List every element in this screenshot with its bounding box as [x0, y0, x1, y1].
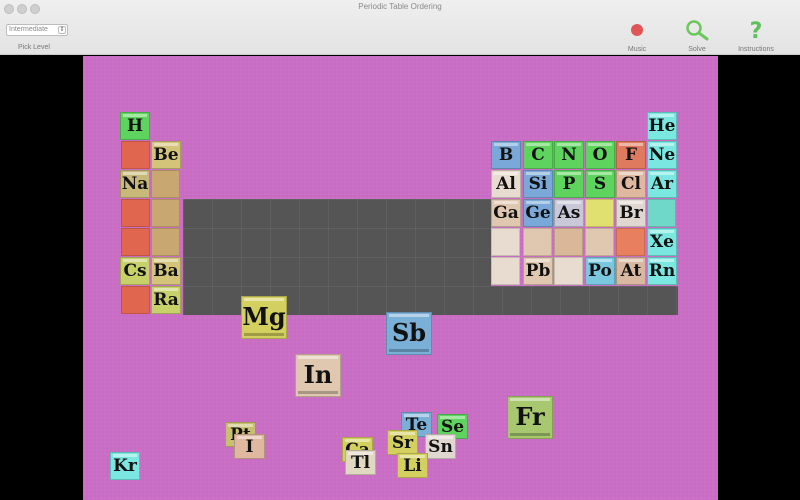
empty-slot[interactable]	[491, 228, 520, 256]
level-label: Pick Level	[18, 44, 50, 51]
empty-slot[interactable]	[151, 228, 180, 256]
element-tile[interactable]: B	[491, 141, 521, 169]
element-tile[interactable]: Ga	[491, 199, 521, 227]
music-label: Music	[627, 46, 647, 53]
element-tile[interactable]: Cl	[616, 170, 646, 198]
empty-slot[interactable]	[647, 199, 676, 227]
empty-slot[interactable]	[121, 199, 150, 227]
solve-label: Solve	[688, 46, 706, 53]
loose-tile[interactable]: Li	[397, 453, 428, 478]
level-select[interactable]: Intermediate ⇕	[6, 24, 68, 36]
element-tile[interactable]: He	[647, 112, 677, 140]
empty-slot[interactable]	[554, 257, 583, 285]
empty-slot[interactable]	[523, 228, 552, 256]
element-tile[interactable]: Br	[616, 199, 646, 227]
instructions-label: Instructions	[738, 46, 774, 53]
empty-slot[interactable]	[491, 257, 520, 285]
element-tile[interactable]: Xe	[647, 228, 677, 256]
magnifier-icon	[672, 18, 722, 42]
element-tile[interactable]: At	[616, 257, 646, 285]
empty-slot[interactable]	[585, 199, 614, 227]
solve-button[interactable]: Solve	[672, 18, 722, 53]
element-tile[interactable]: As	[554, 199, 584, 227]
empty-slot[interactable]	[151, 170, 180, 198]
empty-slot[interactable]	[121, 286, 150, 314]
loose-tile[interactable]: In	[295, 354, 341, 397]
element-tile[interactable]: Na	[120, 170, 150, 198]
record-icon	[612, 18, 662, 42]
window-titlebar: Periodic Table Ordering Intermediate ⇕ P…	[0, 0, 800, 55]
element-tile[interactable]: Ne	[647, 141, 677, 169]
element-tile[interactable]: S	[585, 170, 615, 198]
loose-tile[interactable]: Sn	[425, 434, 456, 459]
empty-slot[interactable]	[585, 228, 614, 256]
element-tile[interactable]: F	[616, 141, 646, 169]
chevron-updown-icon: ⇕	[58, 26, 66, 34]
svg-text:?: ?	[750, 19, 763, 41]
element-tile[interactable]: Al	[491, 170, 521, 198]
element-tile[interactable]: Cs	[120, 257, 150, 285]
loose-tile[interactable]: Mg	[241, 296, 287, 339]
element-tile[interactable]: Ar	[647, 170, 677, 198]
element-tile[interactable]: H	[120, 112, 150, 140]
music-button[interactable]: Music	[612, 18, 662, 53]
element-tile[interactable]: C	[523, 141, 553, 169]
element-tile[interactable]: Po	[585, 257, 615, 285]
element-tile[interactable]: Pb	[523, 257, 553, 285]
element-tile[interactable]: Ge	[523, 199, 553, 227]
element-tile[interactable]: O	[585, 141, 615, 169]
element-tile[interactable]: N	[554, 141, 584, 169]
loose-tile[interactable]: Kr	[110, 452, 140, 480]
empty-slot[interactable]	[151, 199, 180, 227]
element-tile[interactable]: Be	[151, 141, 181, 169]
loose-tile[interactable]: Sb	[386, 312, 432, 355]
element-tile[interactable]: Rn	[647, 257, 677, 285]
loose-tile[interactable]: Tl	[345, 450, 376, 475]
element-tile[interactable]: Si	[523, 170, 553, 198]
loose-tile[interactable]: Sr	[387, 430, 418, 455]
question-icon: ?	[731, 18, 781, 42]
game-board: H He Be B C N O F Ne Na Al Si P S Cl Ar …	[83, 56, 718, 500]
instructions-button[interactable]: ? Instructions	[731, 18, 781, 53]
empty-slot[interactable]	[554, 228, 583, 256]
empty-slot[interactable]	[616, 228, 645, 256]
loose-tile[interactable]: Fr	[507, 396, 553, 439]
loose-tile[interactable]: I	[234, 434, 265, 459]
element-tile[interactable]: Ra	[151, 286, 181, 314]
element-tile[interactable]: P	[554, 170, 584, 198]
element-tile[interactable]: Ba	[151, 257, 181, 285]
empty-slot[interactable]	[121, 141, 150, 169]
level-select-value: Intermediate	[9, 26, 48, 33]
window-title: Periodic Table Ordering	[358, 2, 442, 11]
empty-slot[interactable]	[121, 228, 150, 256]
